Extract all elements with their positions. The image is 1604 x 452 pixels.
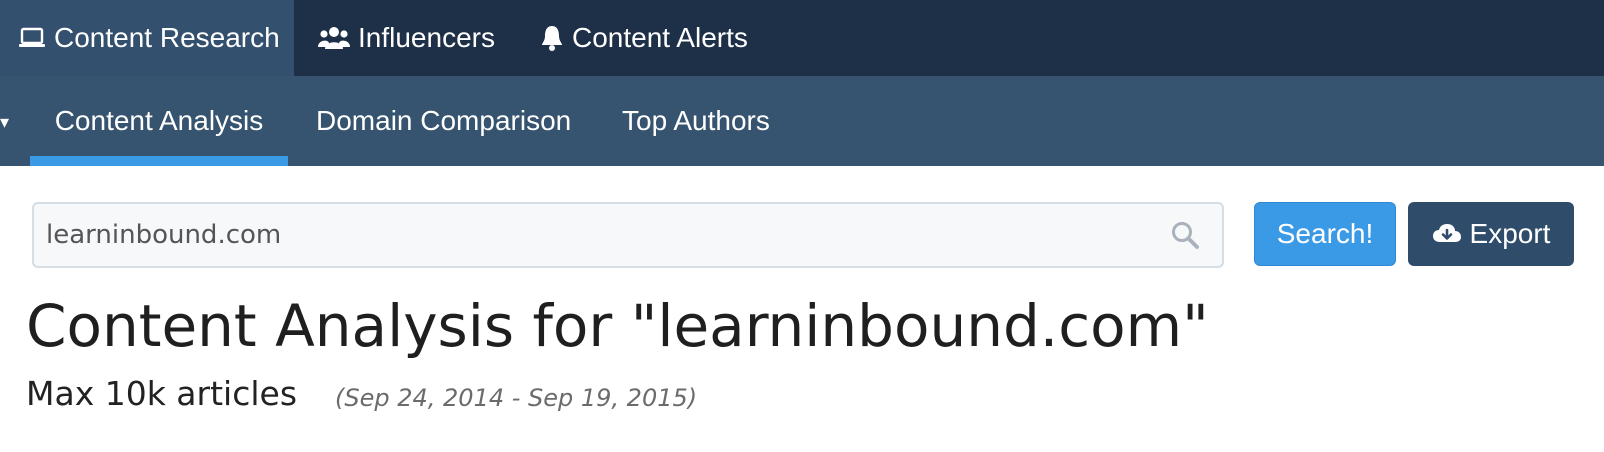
search-icon[interactable] [1170, 220, 1200, 250]
topnav-label: Content Research [54, 22, 280, 53]
search-box [32, 202, 1224, 268]
tab-top-authors[interactable]: Top Authors [622, 76, 770, 166]
laptop-icon [18, 27, 46, 49]
sub-nav: ▾ Content Analysis Domain Comparison Top… [0, 76, 1604, 166]
tab-label: Top Authors [622, 105, 770, 136]
topnav-influencers[interactable]: Influencers [318, 0, 495, 76]
tab-domain-comparison[interactable]: Domain Comparison [316, 76, 571, 166]
topnav-label: Influencers [358, 22, 495, 53]
caret-down-icon[interactable]: ▾ [0, 112, 9, 133]
top-nav: Content Research Influencers Content Ale… [0, 0, 1604, 76]
bell-icon [540, 24, 564, 52]
tab-label: Domain Comparison [316, 105, 572, 136]
tab-content-analysis[interactable]: Content Analysis [30, 76, 288, 166]
page-title: Content Analysis for "learninbound.com" [26, 292, 1209, 360]
export-button[interactable]: Export [1408, 202, 1574, 266]
users-icon [318, 25, 350, 51]
topnav-label: Content Alerts [572, 22, 748, 53]
export-button-label: Export [1469, 218, 1551, 249]
cloud-download-icon [1432, 222, 1462, 246]
topnav-content-research[interactable]: Content Research [0, 0, 294, 76]
search-input[interactable] [46, 204, 1166, 266]
topnav-content-alerts[interactable]: Content Alerts [540, 0, 748, 76]
tab-label: Content Analysis [54, 105, 264, 136]
date-range: (Sep 24, 2014 - Sep 19, 2015) [335, 384, 698, 412]
search-button-label: Search! [1276, 218, 1374, 249]
search-button[interactable]: Search! [1254, 202, 1396, 266]
subtitle: Max 10k articles [26, 374, 298, 413]
